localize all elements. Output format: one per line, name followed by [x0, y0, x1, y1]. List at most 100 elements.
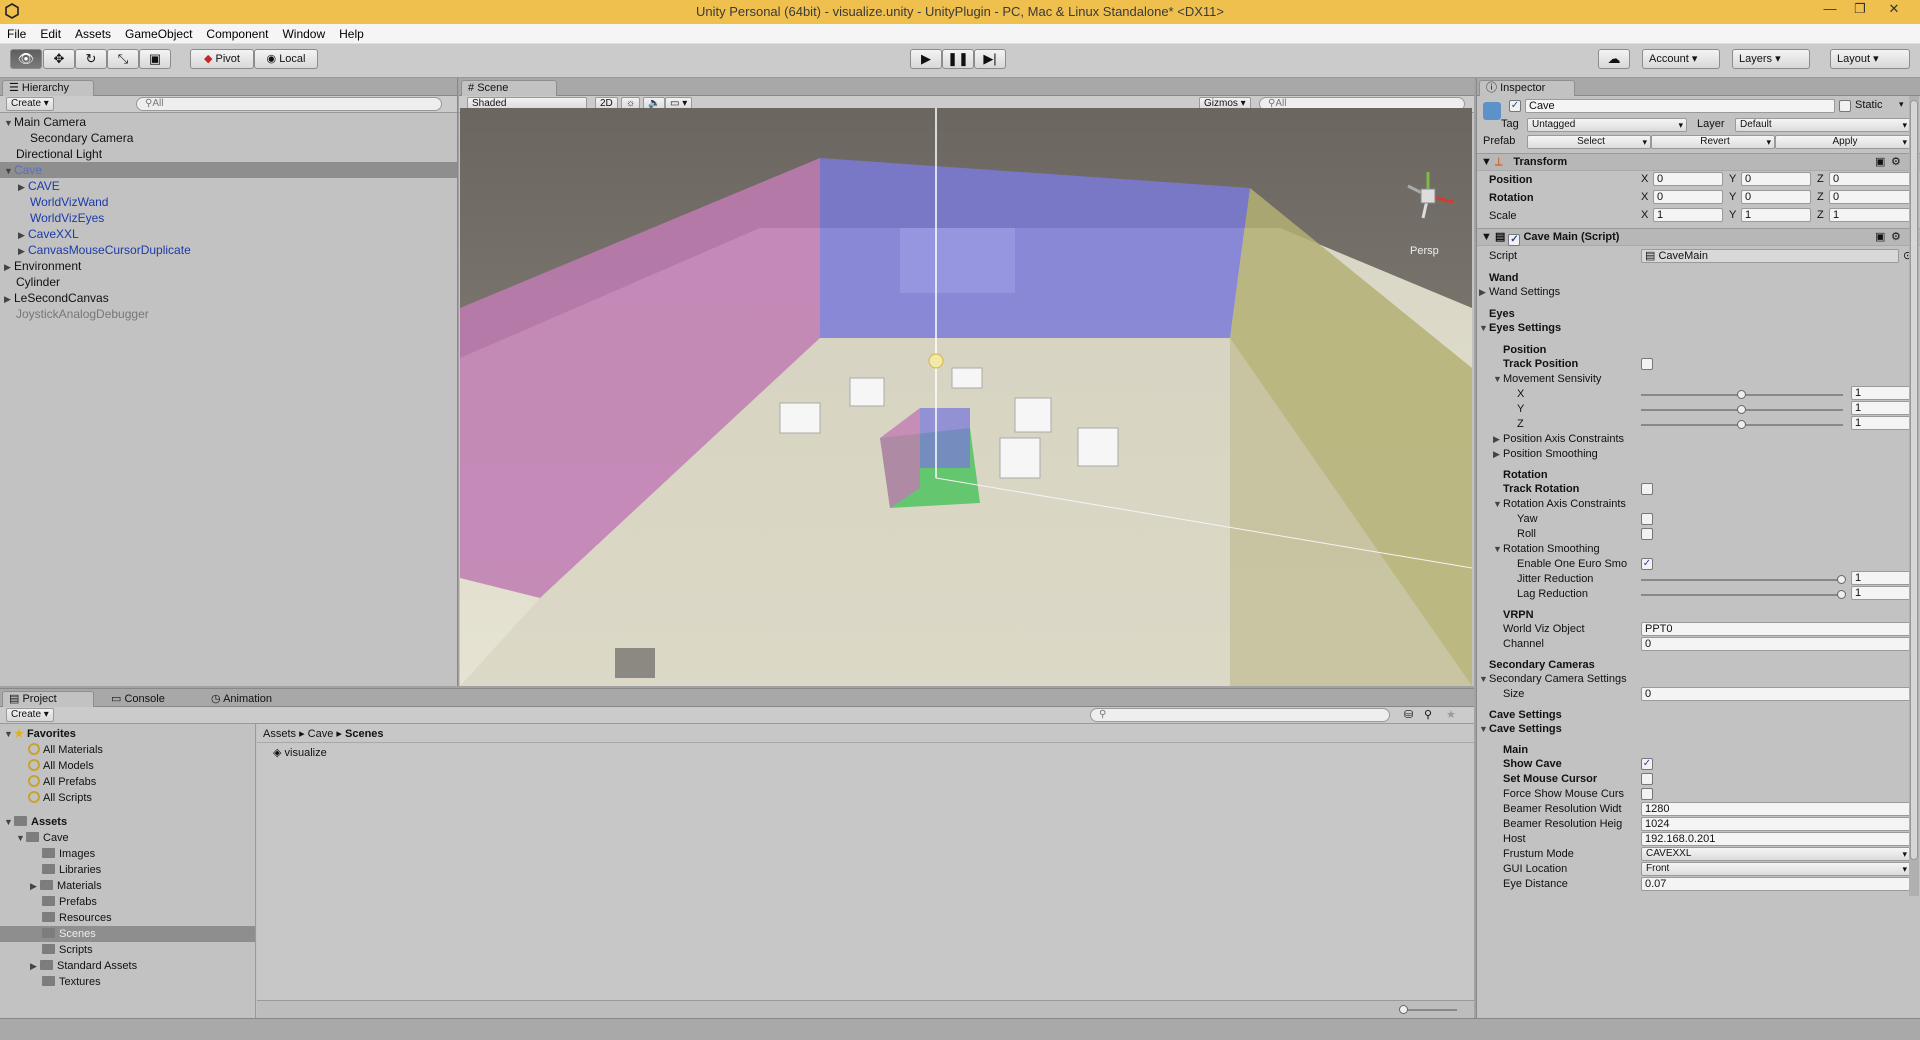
set-mouse-cursor-checkbox[interactable]: [1641, 773, 1653, 785]
track-rotation-checkbox[interactable]: [1641, 483, 1653, 495]
jitter-reduction-field[interactable]: 1: [1851, 571, 1911, 585]
gear-icon[interactable]: ⚙: [1891, 230, 1901, 243]
collapsed-arrow-icon[interactable]: ▶: [1479, 284, 1489, 301]
account-dropdown[interactable]: Account ▾: [1642, 49, 1720, 69]
file-visualize[interactable]: ◈ visualize: [273, 746, 327, 759]
beamer-height-field[interactable]: 1024: [1641, 817, 1911, 831]
hierarchy-item-joystickanalogdebugger[interactable]: JoystickAnalogDebugger: [0, 306, 457, 322]
folder-materials[interactable]: ▶ Materials: [0, 878, 255, 894]
camera-mode-label[interactable]: Persp: [1410, 245, 1439, 257]
help-icon[interactable]: ▣: [1875, 155, 1885, 168]
sens-x-slider-thumb[interactable]: [1737, 390, 1746, 399]
folder-scripts[interactable]: Scripts: [0, 942, 255, 958]
active-checkbox[interactable]: ✓: [1509, 100, 1521, 112]
rect-tool-button[interactable]: ▣: [139, 49, 171, 69]
icon-size-slider-thumb[interactable]: [1399, 1005, 1408, 1014]
menu-gameobject[interactable]: GameObject: [118, 24, 199, 44]
show-cave-checkbox[interactable]: ✓: [1641, 758, 1653, 770]
hand-tool-button[interactable]: 👁: [10, 49, 42, 69]
position-smoothing-foldout[interactable]: ▶ Position Smoothing: [1477, 446, 1920, 463]
frustum-mode-dropdown[interactable]: CAVEXXL: [1641, 847, 1911, 861]
size-field[interactable]: 0: [1641, 687, 1911, 701]
menu-edit[interactable]: Edit: [33, 24, 68, 44]
expand-arrow-icon[interactable]: ▼: [4, 115, 14, 131]
layer-dropdown[interactable]: Default: [1735, 118, 1911, 132]
gear-icon[interactable]: ⚙: [1891, 155, 1901, 168]
layers-dropdown[interactable]: Layers ▾: [1732, 49, 1810, 69]
hierarchy-item-canvasmousecursorduplicate[interactable]: ▶ CanvasMouseCursorDuplicate: [0, 242, 457, 258]
script-reference-field[interactable]: ▤ CaveMain: [1641, 249, 1899, 263]
favorite-all-scripts[interactable]: All Scripts: [0, 790, 255, 806]
sens-z-slider-thumb[interactable]: [1737, 420, 1746, 429]
folder-images[interactable]: Images: [0, 846, 255, 862]
minimize-button[interactable]: —: [1816, 0, 1844, 20]
eye-distance-field[interactable]: 0.07: [1641, 877, 1911, 891]
hierarchy-item-worldvizeyes[interactable]: WorldVizEyes: [0, 210, 457, 226]
menu-window[interactable]: Window: [275, 24, 332, 44]
sens-y-slider-thumb[interactable]: [1737, 405, 1746, 414]
static-dropdown-arrow-icon[interactable]: ▾: [1899, 99, 1904, 110]
roll-checkbox[interactable]: [1641, 528, 1653, 540]
folder-resources[interactable]: Resources: [0, 910, 255, 926]
collapsed-arrow-icon[interactable]: ▶: [1493, 446, 1503, 463]
hierarchy-item-main-camera[interactable]: ▼Main Camera: [0, 114, 457, 130]
tab-console[interactable]: ▭ Console: [104, 691, 184, 707]
step-button[interactable]: ▶|: [974, 49, 1006, 69]
tab-scene[interactable]: # Scene: [461, 80, 557, 96]
world-viz-object-field[interactable]: PPT0: [1641, 622, 1911, 636]
hierarchy-item-cavexxl[interactable]: ▶ CaveXXL: [0, 226, 457, 242]
help-icon[interactable]: ▣: [1875, 230, 1885, 243]
folder-cave[interactable]: ▼ Cave: [0, 830, 255, 846]
tab-inspector[interactable]: ⓘ Inspector: [1479, 80, 1575, 96]
layout-dropdown[interactable]: Layout ▾: [1830, 49, 1910, 69]
scale-z-field[interactable]: 1: [1829, 208, 1911, 222]
transform-header[interactable]: ▼ ⟂ Transform: [1477, 153, 1920, 171]
collapsed-arrow-icon[interactable]: ▶: [18, 179, 28, 195]
hierarchy-create-button[interactable]: Create ▾: [6, 97, 54, 111]
lag-slider-thumb[interactable]: [1837, 590, 1846, 599]
scale-tool-button[interactable]: ⤡: [107, 49, 139, 69]
hierarchy-item-lesecondcanvas[interactable]: ▶ LeSecondCanvas: [0, 290, 457, 306]
close-button[interactable]: ✕: [1880, 0, 1908, 20]
eyes-settings-foldout[interactable]: ▼Eyes Settings: [1477, 320, 1920, 337]
collapsed-arrow-icon[interactable]: ▶: [4, 259, 14, 275]
hierarchy-item-cave-child[interactable]: ▶ CAVE: [0, 178, 457, 194]
hierarchy-item-cylinder[interactable]: Cylinder: [0, 274, 457, 290]
favorite-all-prefabs[interactable]: All Prefabs: [0, 774, 255, 790]
cave-main-script-header[interactable]: ▼ ▤ ✓ Cave Main (Script): [1477, 228, 1920, 246]
collapsed-arrow-icon[interactable]: ▶: [18, 243, 28, 259]
expand-arrow-icon[interactable]: ▼: [16, 830, 26, 846]
position-y-field[interactable]: 0: [1741, 172, 1811, 186]
enable-one-euro-checkbox[interactable]: ✓: [1641, 558, 1653, 570]
hierarchy-item-cave[interactable]: ▼Cave: [0, 162, 457, 178]
icon-size-slider-track[interactable]: [1403, 1009, 1457, 1011]
wand-settings-foldout[interactable]: ▶ Wand Settings: [1477, 284, 1920, 301]
folder-scenes[interactable]: Scenes: [0, 926, 255, 942]
favorites-header[interactable]: ▼★ Favorites: [0, 726, 255, 742]
channel-field[interactable]: 0: [1641, 637, 1911, 651]
menu-component[interactable]: Component: [199, 24, 275, 44]
hierarchy-item-worldvizwand[interactable]: WorldVizWand: [0, 194, 457, 210]
object-name-field[interactable]: Cave: [1525, 99, 1835, 113]
hierarchy-item-environment[interactable]: ▶ Environment: [0, 258, 457, 274]
collapsed-arrow-icon[interactable]: ▶: [4, 291, 14, 307]
prefab-select-button[interactable]: Select: [1527, 135, 1651, 149]
force-show-mouse-checkbox[interactable]: [1641, 788, 1653, 800]
project-create-button[interactable]: Create ▾: [6, 708, 54, 722]
hierarchy-item-secondary-camera[interactable]: Secondary Camera: [0, 130, 457, 146]
collapsed-arrow-icon[interactable]: ▶: [30, 958, 40, 974]
expand-arrow-icon[interactable]: ▼: [1479, 721, 1489, 738]
beamer-width-field[interactable]: 1280: [1641, 802, 1911, 816]
gui-location-dropdown[interactable]: Front: [1641, 862, 1911, 876]
track-position-checkbox[interactable]: [1641, 358, 1653, 370]
filter-label-icon[interactable]: ⚲: [1424, 708, 1432, 721]
collapsed-arrow-icon[interactable]: ▶: [18, 227, 28, 243]
rotation-x-field[interactable]: 0: [1653, 190, 1723, 204]
menu-file[interactable]: File: [0, 24, 33, 44]
favorite-star-icon[interactable]: ★: [1446, 708, 1456, 721]
foldout-arrow-icon[interactable]: ▼: [1477, 156, 1492, 168]
favorite-all-models[interactable]: All Models: [0, 758, 255, 774]
scene-viewport[interactable]: Persp: [460, 108, 1472, 686]
assets-header[interactable]: ▼ Assets: [0, 814, 255, 830]
tab-hierarchy[interactable]: ☰ Hierarchy: [2, 80, 94, 96]
